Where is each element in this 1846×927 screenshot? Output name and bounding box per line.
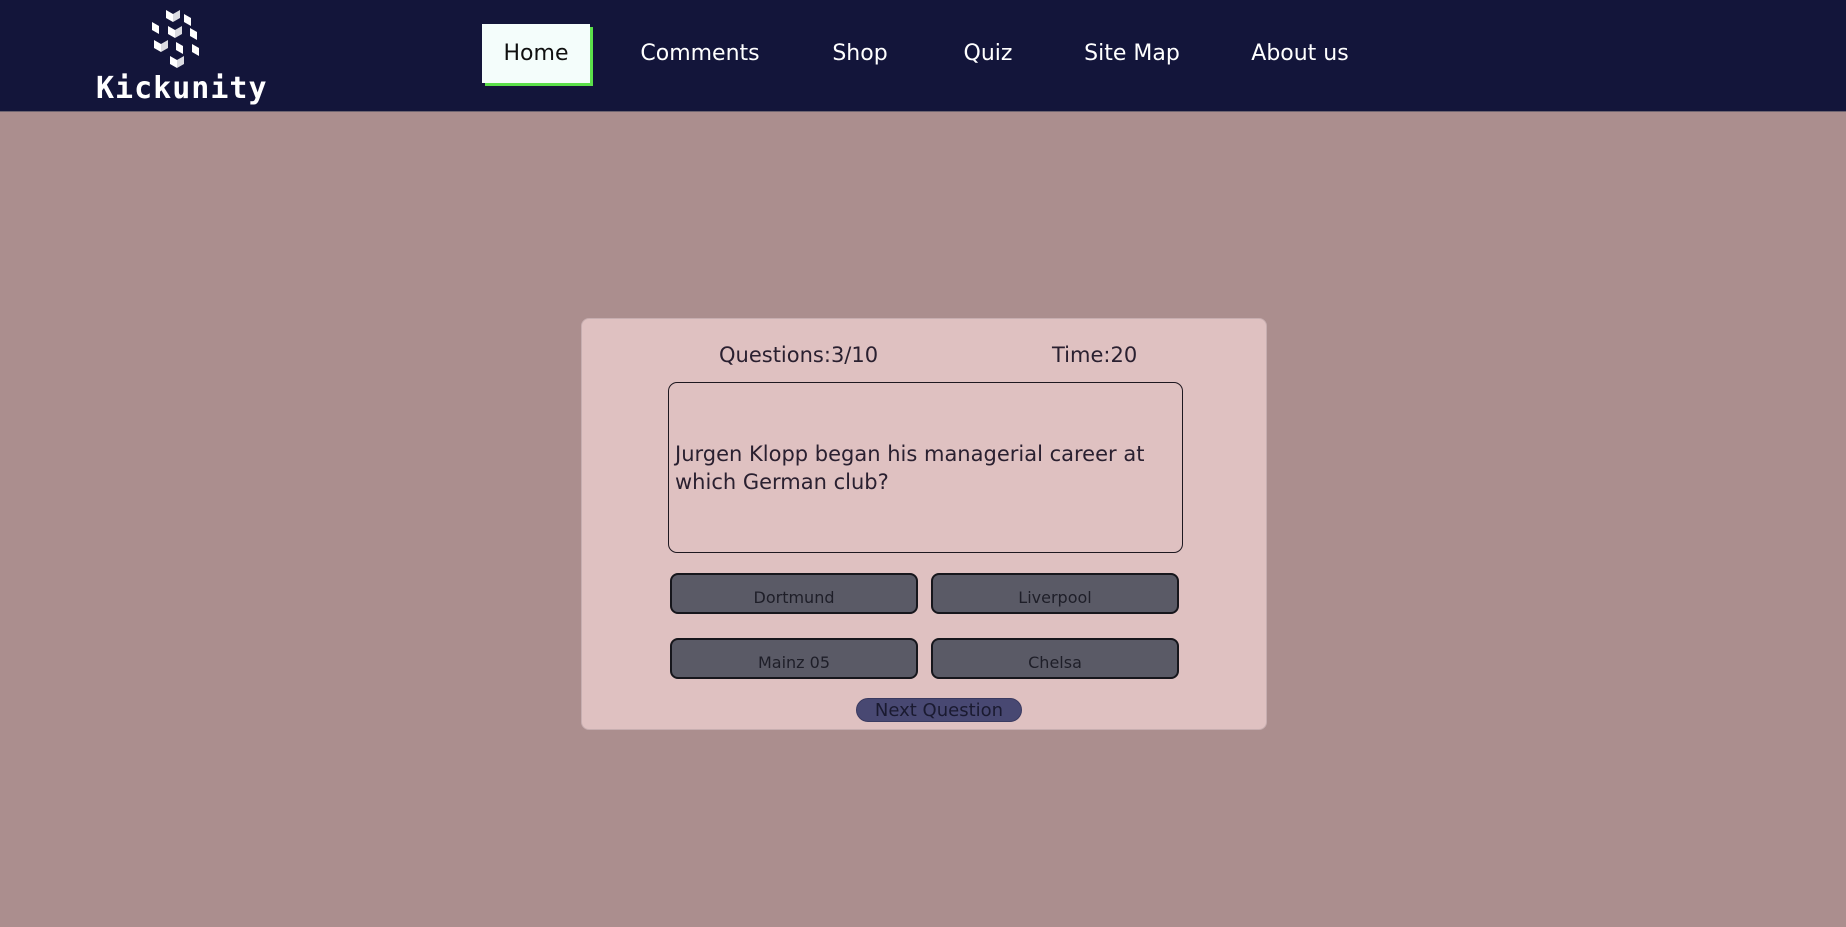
question-progress: Questions:3/10 <box>719 343 879 367</box>
quiz-card: Questions:3/10 Time:20 Jurgen Klopp bega… <box>581 318 1267 730</box>
question-box: Jurgen Klopp began his managerial career… <box>668 382 1183 553</box>
nav-quiz-link[interactable]: Quiz <box>950 24 1026 83</box>
answer-button-2[interactable]: Liverpool <box>931 573 1179 614</box>
nav-home-link[interactable]: Home <box>482 24 590 83</box>
stacked-cubes-logo-icon <box>152 10 199 68</box>
brand-logo[interactable]: Kickunity <box>96 8 268 108</box>
answer-button-4[interactable]: Chelsa <box>931 638 1179 679</box>
nav-shop-link[interactable]: Shop <box>820 24 900 83</box>
question-text: Jurgen Klopp began his managerial career… <box>675 441 1145 494</box>
answer-button-3[interactable]: Mainz 05 <box>670 638 918 679</box>
quiz-timer: Time:20 <box>1052 343 1138 367</box>
answer-button-1[interactable]: Dortmund <box>670 573 918 614</box>
nav-about-us-link[interactable]: About us <box>1240 24 1360 83</box>
next-question-button[interactable]: Next Question <box>856 698 1022 722</box>
brand-name: Kickunity <box>96 71 268 106</box>
nav-comments-link[interactable]: Comments <box>630 24 770 83</box>
top-navbar: Kickunity Home Comments Shop Quiz Site M… <box>0 0 1846 112</box>
nav-site-map-link[interactable]: Site Map <box>1074 24 1190 83</box>
